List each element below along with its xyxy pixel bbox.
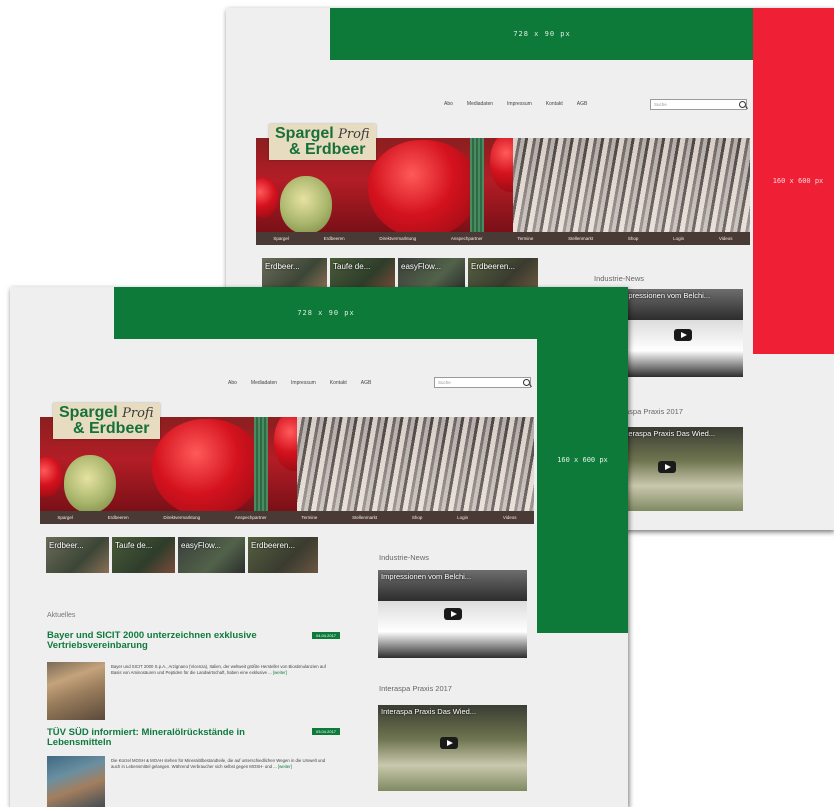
industrie-news-heading: Industrie-News [379, 553, 430, 562]
main-menu: Spargel Erdbeeren Direktvermarktung Ansp… [256, 232, 750, 245]
menu-item-videos[interactable]: Videos [503, 515, 517, 520]
menu-item-shop[interactable]: Shop [412, 515, 423, 520]
thumbnail[interactable]: Taufe de... [112, 537, 175, 573]
industrie-news-video[interactable]: Impressionen vom Belchi... [378, 570, 527, 658]
nav-item-abo[interactable]: Abo [444, 101, 453, 107]
menu-item-termine[interactable]: Termine [517, 236, 533, 241]
menu-item-erdbeeren[interactable]: Erdbeeren [324, 236, 345, 241]
thumbnail[interactable]: Erdbeer... [46, 537, 109, 573]
nav-item-agb[interactable]: AGB [577, 101, 588, 107]
thumbnail[interactable]: Erdbeer... [262, 258, 327, 290]
main-menu: Spargel Erdbeeren Direktvermarktung Ansp… [40, 511, 534, 524]
skyscraper-ad[interactable]: 160 x 600 px [753, 8, 834, 354]
thumbnail[interactable]: Taufe de... [330, 258, 395, 290]
search-icon[interactable] [739, 101, 746, 108]
top-nav: Abo Mediadaten Impressum Kontakt AGB [228, 380, 375, 386]
thumbnail-strip: Erdbeer... Taufe de... easyFlow... Erdbe… [262, 258, 538, 290]
play-icon[interactable] [444, 608, 462, 620]
menu-item-termine[interactable]: Termine [301, 515, 317, 520]
skyscraper-ad-label: 160 x 600 px [557, 456, 608, 464]
article-title[interactable]: TÜV SÜD informiert: Mineralölrückstände … [47, 728, 309, 748]
interaspa-video[interactable]: Interaspa Praxis Das Wied... [378, 705, 527, 791]
menu-item-spargel[interactable]: Spargel [273, 236, 289, 241]
nav-item-impressum[interactable]: Impressum [291, 380, 316, 386]
menu-item-direktvermarktung[interactable]: Direktvermarktung [163, 515, 200, 520]
nav-item-kontakt[interactable]: Kontakt [330, 380, 347, 386]
thumbnail-strip: Erdbeer... Taufe de... easyFlow... Erdbe… [46, 537, 318, 573]
leaderboard-ad[interactable]: 728 x 90 px [114, 287, 538, 339]
industrie-news-video[interactable]: Impressionen vom Belchi... [628, 289, 743, 377]
search-input[interactable]: Suche [650, 99, 747, 110]
menu-item-videos[interactable]: Videos [719, 236, 733, 241]
thumbnail[interactable]: Erdbeeren... [248, 537, 318, 573]
read-more-link[interactable]: [weiter] [273, 670, 287, 675]
nav-item-abo[interactable]: Abo [228, 380, 237, 386]
date-badge: 04.04.2017 [312, 632, 341, 639]
play-icon[interactable] [674, 329, 692, 341]
play-icon[interactable] [440, 737, 458, 749]
section-label-aktuelles: Aktuelles [47, 612, 76, 619]
menu-item-login[interactable]: Login [457, 515, 468, 520]
nav-item-kontakt[interactable]: Kontakt [546, 101, 563, 107]
leaderboard-ad-label: 728 x 90 px [297, 309, 355, 317]
nav-item-mediadaten[interactable]: Mediadaten [467, 101, 493, 107]
search-input[interactable]: Suche [434, 377, 531, 388]
leaderboard-ad-label: 728 x 90 px [513, 30, 571, 38]
thumbnail[interactable]: easyFlow... [178, 537, 245, 573]
skyscraper-ad-label: 160 x 600 px [772, 177, 824, 185]
search-icon[interactable] [523, 379, 530, 386]
site-logo[interactable]: Spargel Profi & Erdbeer [53, 403, 160, 439]
menu-item-direktvermarktung[interactable]: Direktvermarktung [379, 236, 416, 241]
thumbnail[interactable]: easyFlow... [398, 258, 465, 290]
article-teaser: Die Kürzel MOSH & MOAH stehen für Minera… [111, 758, 326, 769]
screenshot-front: 728 x 90 px 160 x 600 px Abo Mediadaten … [10, 287, 628, 807]
read-more-link[interactable]: [weiter] [278, 764, 292, 769]
industrie-news-heading: Industrie-News [594, 274, 645, 283]
menu-item-spargel[interactable]: Spargel [57, 515, 73, 520]
leaderboard-ad[interactable]: 728 x 90 px [330, 8, 754, 60]
menu-item-anspechpartner[interactable]: Anspechpartner [451, 236, 483, 241]
menu-item-erdbeeren[interactable]: Erdbeeren [108, 515, 129, 520]
nav-item-agb[interactable]: AGB [361, 380, 372, 386]
thumbnail[interactable]: Erdbeeren... [468, 258, 538, 290]
menu-item-login[interactable]: Login [673, 236, 684, 241]
menu-item-anspechpartner[interactable]: Anspechpartner [235, 515, 267, 520]
play-icon[interactable] [658, 461, 676, 473]
article-teaser: Bayer und SICIT 2000 S.p.A., Arzignano (… [111, 664, 326, 675]
asparagus-image [512, 138, 750, 232]
menu-item-shop[interactable]: Shop [628, 236, 639, 241]
top-nav: Abo Mediadaten Impressum Kontakt AGB [444, 101, 591, 107]
interaspa-heading: Interaspa Praxis 2017 [379, 684, 452, 693]
skyscraper-ad[interactable]: 160 x 600 px [537, 287, 628, 633]
interaspa-video[interactable]: Interaspa Praxis Das Wied... [628, 427, 743, 511]
article-image[interactable] [47, 756, 105, 807]
article-image[interactable] [47, 662, 105, 720]
date-badge: 03.04.2017 [312, 728, 341, 735]
asparagus-image [296, 417, 534, 511]
menu-item-stellenmarkt[interactable]: Stellenmarkt [352, 515, 377, 520]
menu-item-stellenmarkt[interactable]: Stellenmarkt [568, 236, 593, 241]
nav-item-impressum[interactable]: Impressum [507, 101, 532, 107]
nav-item-mediadaten[interactable]: Mediadaten [251, 380, 277, 386]
article-title[interactable]: Bayer und SICIT 2000 unterzeichnen exklu… [47, 631, 309, 651]
site-logo[interactable]: Spargel Profi & Erdbeer [269, 124, 376, 160]
